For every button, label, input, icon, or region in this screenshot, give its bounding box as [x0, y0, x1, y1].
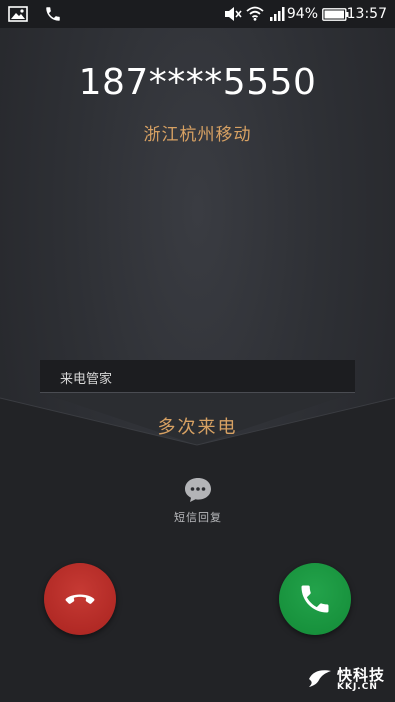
accept-call-button[interactable] — [279, 563, 351, 635]
watermark-logo-icon — [309, 670, 331, 687]
sms-reply-label: 短信回复 — [174, 511, 222, 524]
caller-number: 187****5550 — [78, 62, 317, 103]
caller-tag: 多次来电 — [157, 417, 238, 438]
caller-location: 浙江杭州移动 — [143, 125, 252, 145]
wifi-icon — [246, 6, 264, 21]
signal-icon — [270, 7, 285, 21]
incoming-call-screen: 94% 13:57 187****5550 浙江杭州移动 来电管家 多次来电 短… — [0, 0, 395, 702]
watermark-subtext: KKJ.CN — [337, 682, 378, 692]
mute-icon — [225, 7, 242, 21]
battery-percent: 94% — [286, 6, 318, 22]
decline-call-button[interactable] — [44, 563, 116, 635]
clock: 13:57 — [346, 6, 387, 22]
chat-bubble-icon — [185, 478, 211, 502]
picture-icon[interactable] — [8, 6, 28, 22]
phone-icon[interactable] — [44, 5, 62, 23]
watermark: 快科技 KKJ.CN — [307, 664, 387, 696]
phone-icon — [301, 585, 329, 613]
sms-reply-button[interactable]: 短信回复 — [160, 476, 236, 528]
call-manager-box: 来电管家 — [40, 360, 355, 393]
call-manager-label: 来电管家 — [60, 372, 113, 387]
hang-up-icon — [65, 594, 95, 604]
battery-icon — [322, 8, 349, 21]
status-bar: 94% 13:57 — [0, 0, 395, 28]
